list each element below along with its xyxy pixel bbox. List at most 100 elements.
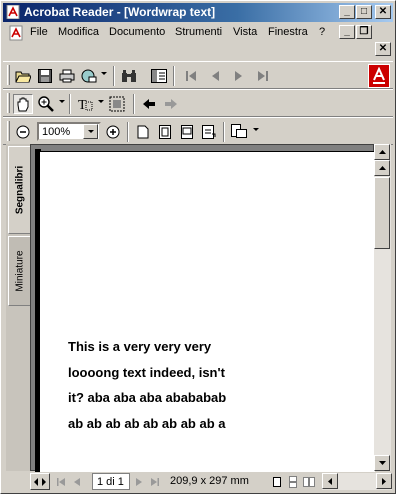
scroll-up-button[interactable] [374, 144, 390, 160]
rotate-pages-icon [231, 124, 247, 138]
rotate-dropdown-arrow[interactable] [253, 128, 259, 131]
separator [173, 66, 175, 86]
menu-modifica[interactable]: Modifica [58, 26, 99, 38]
menu-finestra[interactable]: Finestra [268, 26, 308, 38]
previous-page-button[interactable] [205, 66, 225, 86]
continuous-layout-button[interactable] [286, 472, 300, 492]
navigation-pane-icon [151, 69, 167, 83]
previous-page-icon [74, 478, 80, 486]
arrow-left-icon [328, 477, 332, 485]
horizontal-scrollbar[interactable] [322, 473, 392, 490]
next-page-button[interactable] [229, 66, 249, 86]
pdf-page[interactable]: This is a very very very loooong text in… [39, 151, 375, 472]
printer-icon [59, 69, 75, 83]
document-text-line: it? aba aba aba abababab [68, 390, 227, 405]
arrow-right-icon [382, 477, 386, 485]
title-bar[interactable]: Acrobat Reader - [Wordwrap text] _ □ ✕ [3, 3, 393, 22]
acrobat-window: Acrobat Reader - [Wordwrap text] _ □ ✕ F… [0, 0, 396, 494]
tab-segnalibri[interactable]: Segnalibri [8, 146, 30, 234]
status-first-page-button[interactable] [54, 472, 68, 492]
next-page-icon [235, 71, 242, 81]
save-button[interactable] [35, 66, 55, 86]
scroll-thumb[interactable] [374, 177, 390, 249]
toolbar-grip[interactable] [7, 65, 10, 85]
facing-layout-button[interactable] [302, 472, 316, 492]
separator [127, 122, 129, 142]
show-hide-navigation-button[interactable] [149, 66, 169, 86]
page-indicator: 1 di 1 [97, 476, 124, 488]
first-page-button[interactable] [181, 66, 201, 86]
arrow-up-icon [378, 150, 386, 154]
menu-file[interactable]: File [30, 26, 48, 38]
email-button[interactable] [79, 66, 99, 86]
scroll-left-button[interactable] [322, 473, 338, 489]
print-button[interactable] [57, 66, 77, 86]
toolbar-grip[interactable] [7, 93, 10, 113]
toggle-navigation-button[interactable] [30, 473, 50, 490]
menu-vista[interactable]: Vista [233, 26, 257, 38]
page-number-field[interactable]: 1 di 1 [92, 473, 130, 490]
doc-minimize-button[interactable]: _ [339, 25, 355, 39]
toolbar-view: 100% [3, 117, 393, 145]
menu-documento[interactable]: Documento [109, 26, 165, 38]
minimize-button[interactable]: _ [339, 5, 355, 19]
menu-strumenti[interactable]: Strumenti [175, 26, 222, 38]
fit-width-icon [181, 125, 193, 139]
find-button[interactable] [119, 66, 139, 86]
first-page-icon [186, 71, 196, 81]
open-button[interactable] [13, 66, 33, 86]
graphics-select-button[interactable] [107, 94, 127, 114]
toolbar-grip[interactable] [7, 121, 10, 141]
last-page-button[interactable] [253, 66, 273, 86]
adobe-logo[interactable] [368, 64, 390, 88]
menu-bar: File Modifica Documento Strumenti Vista … [3, 23, 393, 56]
fit-width-button[interactable] [177, 122, 197, 142]
status-previous-page-button[interactable] [70, 472, 84, 492]
actual-size-button[interactable] [133, 122, 153, 142]
document-text-line: This is a very very very [68, 339, 212, 354]
rotate-view-button[interactable] [229, 122, 249, 142]
document-text-line: ab ab ab ab ab ab ab ab a [68, 416, 226, 431]
maximize-button[interactable]: □ [356, 5, 372, 19]
zoom-out-button[interactable] [13, 122, 33, 142]
email-dropdown-arrow[interactable] [101, 72, 107, 75]
menu-help[interactable]: ? [319, 26, 325, 38]
zoom-in-button[interactable] [103, 122, 123, 142]
adobe-logo-icon [373, 67, 385, 84]
window-title: Acrobat Reader - [Wordwrap text] [24, 5, 216, 19]
doc-close-button[interactable]: ✕ [375, 42, 391, 56]
vertical-scrollbar[interactable] [374, 144, 391, 471]
page-size-label: 209,9 x 297 mm [170, 475, 249, 487]
hand-tool-button[interactable] [13, 94, 33, 114]
scroll-right-button[interactable] [376, 473, 392, 489]
document-view[interactable]: This is a very very very loooong text in… [30, 144, 375, 472]
email-globe-icon [81, 69, 97, 83]
tab-segnalibri-label: Segnalibri [14, 165, 25, 215]
zoom-level-dropdown[interactable] [83, 124, 98, 139]
close-button[interactable]: ✕ [375, 5, 391, 19]
doc-restore-button[interactable]: ❐ [356, 25, 372, 39]
tab-miniature[interactable]: Miniature [8, 236, 30, 306]
text-select-button[interactable]: T [75, 94, 95, 114]
left-right-arrows-icon [34, 477, 46, 486]
status-last-page-button[interactable] [148, 472, 162, 492]
magnifier-plus-icon [38, 96, 54, 112]
go-forward-button[interactable] [161, 94, 181, 114]
previous-page-icon [212, 71, 219, 81]
text-select-dropdown-arrow[interactable] [98, 100, 104, 103]
fit-page-button[interactable] [155, 122, 175, 142]
scroll-down-button[interactable] [374, 455, 390, 471]
zoom-tool-dropdown-arrow[interactable] [59, 100, 65, 103]
tab-miniature-label: Miniature [14, 250, 25, 292]
next-page-icon [136, 478, 142, 486]
continuous-pages-icon [289, 476, 297, 488]
document-icon[interactable] [8, 25, 24, 41]
graphics-select-icon [109, 96, 125, 112]
zoom-tool-button[interactable] [36, 94, 56, 114]
fit-visible-button[interactable] [199, 122, 219, 142]
single-page-layout-button[interactable] [270, 472, 284, 492]
previous-page-scroll-button[interactable] [374, 160, 390, 176]
go-back-button[interactable] [139, 94, 159, 114]
fit-page-icon [159, 125, 171, 139]
status-next-page-button[interactable] [132, 472, 146, 492]
